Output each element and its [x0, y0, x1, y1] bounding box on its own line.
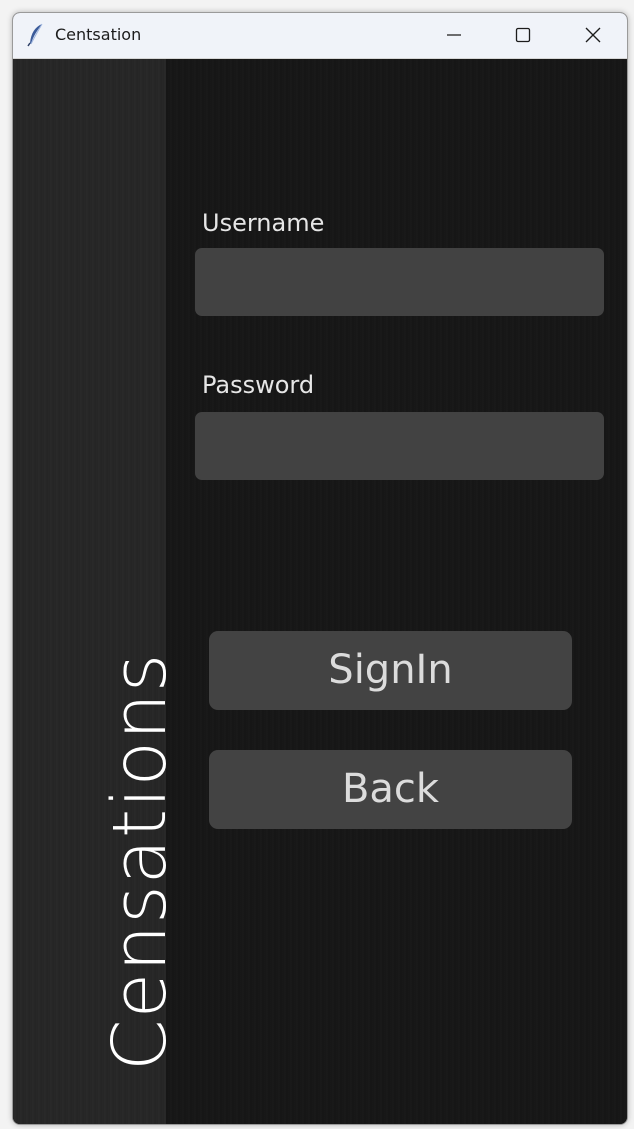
signin-button[interactable]: SignIn — [209, 631, 572, 710]
password-label: Password — [202, 371, 315, 399]
main-content: Censations Username Password SignIn Back — [13, 59, 627, 1124]
minimize-icon — [447, 34, 461, 36]
maximize-icon — [515, 27, 531, 43]
username-label: Username — [202, 209, 325, 237]
minimize-button[interactable] — [419, 13, 489, 58]
sidebar: Censations — [13, 59, 183, 1124]
maximize-button[interactable] — [488, 13, 558, 58]
close-icon — [585, 27, 601, 43]
window-title: Centsation — [55, 25, 142, 44]
back-button[interactable]: Back — [209, 750, 572, 829]
app-window: Centsation Censations Username Password … — [12, 12, 628, 1125]
close-button[interactable] — [558, 13, 627, 58]
title-bar[interactable]: Centsation — [13, 13, 627, 59]
feather-icon — [27, 23, 45, 47]
password-input[interactable] — [195, 412, 604, 480]
sidebar-title: Censations — [97, 652, 183, 1071]
username-input[interactable] — [195, 248, 604, 316]
